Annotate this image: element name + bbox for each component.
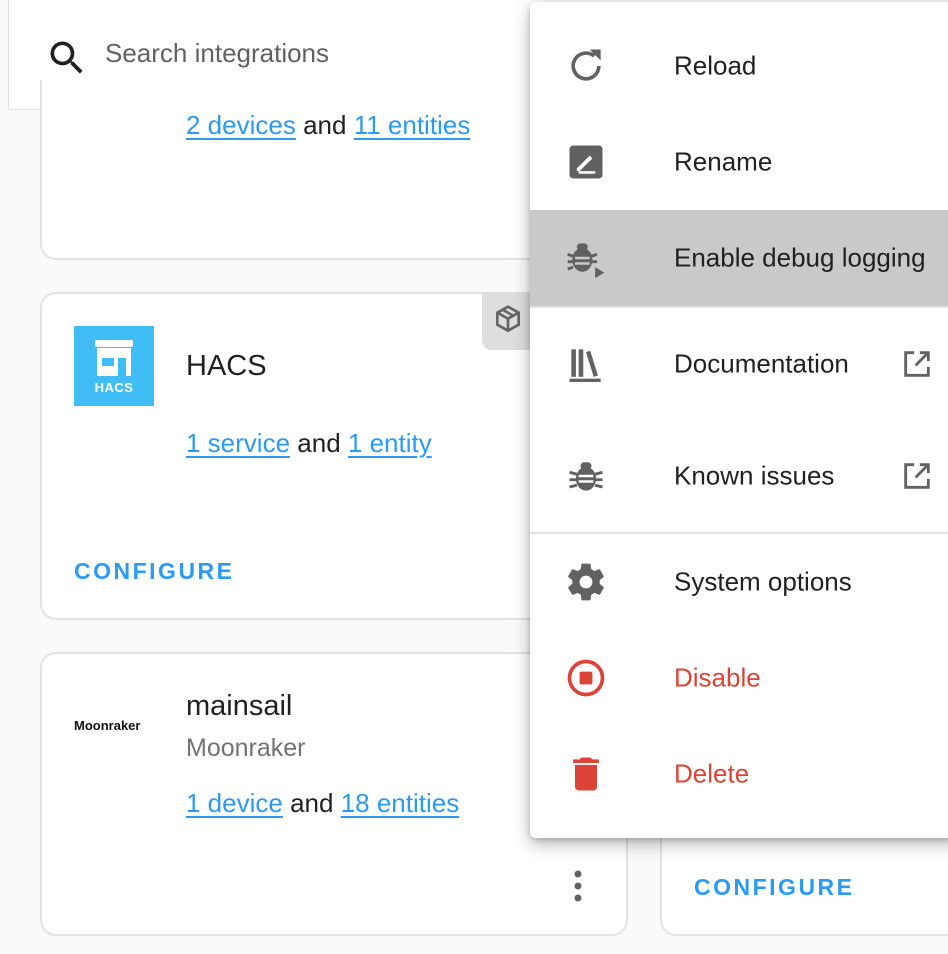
entities-link[interactable]: 11 entities [354, 110, 471, 140]
menu-item-documentation[interactable]: Documentation [530, 316, 948, 412]
menu-item-known-issues[interactable]: Known issues [530, 428, 948, 524]
store-icon [95, 340, 133, 376]
menu-item-label: Enable debug logging [674, 242, 926, 273]
card-subtitle: Moonraker [186, 734, 306, 762]
menu-item-label: Reload [674, 50, 757, 81]
custom-integration-badge [482, 292, 532, 350]
menu-item-label: System options [674, 566, 852, 597]
menu-divider [530, 306, 948, 308]
integration-overflow-menu: Reload Rename Enable debug logging Docum… [530, 2, 948, 838]
menu-item-enable-debug-logging[interactable]: Enable debug logging [530, 210, 948, 306]
menu-item-system-options[interactable]: System options [530, 534, 948, 630]
bug-play-icon [567, 243, 605, 279]
trash-icon [573, 757, 599, 791]
open-in-new-icon [904, 463, 930, 489]
more-options-icon[interactable] [566, 866, 590, 906]
search-icon [50, 41, 83, 74]
menu-item-label: Known issues [674, 460, 835, 491]
menu-item-reload[interactable]: Reload [530, 18, 948, 114]
configure-button[interactable]: CONFIGURE [74, 558, 235, 585]
entities-link[interactable]: 18 entities [341, 788, 460, 818]
card-links: 2 devices and 11 entities [186, 110, 470, 141]
menu-item-label: Rename [674, 146, 773, 177]
service-link[interactable]: 1 service [186, 428, 290, 458]
devices-link[interactable]: 2 devices [186, 110, 296, 140]
bug-icon [569, 462, 603, 491]
menu-item-delete[interactable]: Delete [530, 726, 948, 822]
hacs-logo: HACS [74, 326, 154, 406]
configure-button[interactable]: CONFIGURE [694, 874, 855, 901]
integration-card-top: 2 devices and 11 entities [40, 80, 550, 260]
and-text: and [290, 788, 334, 818]
bookshelf-icon [569, 349, 601, 382]
rename-icon [569, 145, 603, 179]
search-input[interactable]: Search integrations [105, 38, 329, 69]
card-title: mainsail [186, 690, 293, 722]
and-text: and [303, 110, 347, 140]
menu-item-label: Delete [674, 758, 750, 789]
stop-circle-icon [567, 659, 605, 697]
and-text: and [297, 428, 341, 458]
moonraker-logo: Moonraker [74, 718, 141, 733]
integration-card-hacs: HACS HACS 1 service and 1 entity CONFIGU… [40, 292, 550, 620]
card-links: 1 service and 1 entity [186, 428, 432, 459]
reload-icon [571, 49, 601, 81]
entity-link[interactable]: 1 entity [348, 428, 432, 458]
gear-icon [568, 563, 604, 601]
menu-item-label: Documentation [674, 348, 849, 379]
card-title: HACS [186, 350, 267, 382]
device-link[interactable]: 1 device [186, 788, 283, 818]
card-links: 1 device and 18 entities [186, 788, 459, 819]
hacs-logo-text: HACS [94, 380, 134, 395]
menu-item-disable[interactable]: Disable [530, 630, 948, 726]
open-in-new-icon [904, 351, 930, 377]
menu-item-label: Disable [674, 662, 761, 693]
package-icon [496, 305, 520, 333]
menu-item-rename[interactable]: Rename [530, 114, 948, 210]
